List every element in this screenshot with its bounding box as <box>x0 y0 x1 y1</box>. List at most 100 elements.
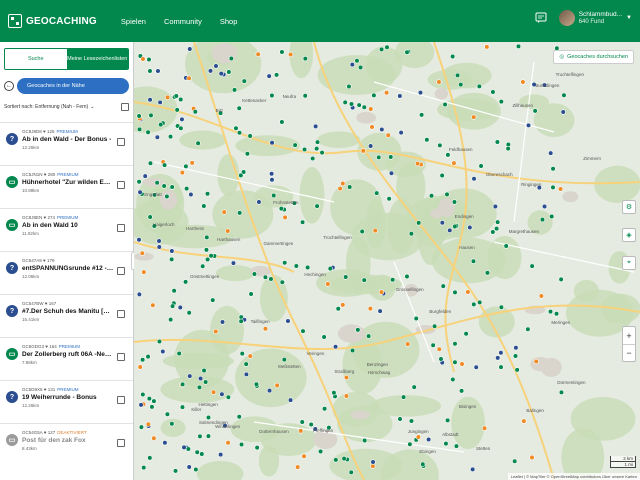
geocache-marker <box>210 297 216 303</box>
tab-search[interactable]: Suche <box>5 49 67 69</box>
geocache-marker <box>219 319 226 325</box>
map-layers-button[interactable]: ◈ <box>622 228 636 242</box>
geocache-marker <box>156 338 163 345</box>
list-item[interactable]: ? GC547BW ♥ 167 #7.Der Schuh des Manitu [D… <box>0 294 133 337</box>
geocache-marker <box>332 344 339 350</box>
geocache-marker <box>322 406 328 412</box>
geocache-marker <box>231 87 238 93</box>
map[interactable]: Hechingen Bisingen Grosselfingen Haigerloch… <box>134 42 640 480</box>
geocache-marker <box>371 92 377 99</box>
cache-checkbox[interactable] <box>117 224 125 232</box>
list-item[interactable]: ▭ GC54G5A ♥ 127 DEAKTIVIERT Post für den za… <box>0 423 133 466</box>
cache-name[interactable]: Ab in den Wald - Der Bonus - <box>22 136 114 143</box>
geocache-marker <box>193 466 199 473</box>
zoom-out-button[interactable]: − <box>623 344 635 361</box>
cache-name[interactable]: entSPANNUNGsrunde #12 -- DE... <box>22 265 114 272</box>
geocache-marker <box>432 323 438 329</box>
geocache-marker <box>262 274 268 280</box>
cache-checkbox[interactable] <box>117 181 125 189</box>
list-item[interactable]: ▭ GC8J8EN ♥ 274 PREMIUM Ab in den Wald 10 11… <box>0 208 133 251</box>
geocache-marker <box>454 72 461 79</box>
tab-bookmark-lists[interactable]: Meine Lesezeichenlisten <box>66 49 128 69</box>
geocache-marker <box>445 417 451 424</box>
geocache-marker <box>481 425 488 431</box>
cache-name[interactable]: Post für den zak Fox <box>22 437 114 444</box>
chevron-down-icon[interactable]: ⌄ <box>90 104 94 110</box>
geocache-marker <box>492 203 498 210</box>
place-label: Meringen <box>551 320 571 326</box>
geocache-marker <box>154 134 160 140</box>
chevron-down-icon[interactable]: ▼ <box>626 15 632 21</box>
geocache-marker <box>140 56 146 62</box>
favorite-count: 125 <box>46 129 55 134</box>
select-all-checkbox[interactable] <box>121 103 129 111</box>
geocache-marker <box>282 214 288 220</box>
list-item[interactable]: ▭ GC5JN1N ♥ 280 PREMIUM Hühnerhotel "Zur wi… <box>0 165 133 208</box>
forest-area <box>327 274 402 295</box>
geocache-marker <box>194 449 200 455</box>
list-item[interactable]: ? GC8J8D8 ♥ 125 PREMIUM Ab in den Wald - De… <box>0 122 133 165</box>
cache-meta: GC547A9 ♥ 179 <box>22 258 133 263</box>
geocache-marker <box>521 418 527 424</box>
geocache-marker <box>171 288 177 294</box>
geocache-marker <box>451 199 458 205</box>
place-label: Kettenacker <box>242 97 267 103</box>
geocache-marker <box>437 142 443 149</box>
map-attribution[interactable]: Leaflet | © MapTiler © OpenStreetMap con… <box>507 473 640 480</box>
list-item[interactable]: ? GC547A9 ♥ 179 entSPANNUNGsrunde #12 -- D… <box>0 251 133 294</box>
map-canvas[interactable] <box>134 42 640 480</box>
cache-checkbox[interactable] <box>117 138 125 146</box>
geocache-marker <box>208 253 214 259</box>
geocache-marker <box>301 453 307 459</box>
geocache-marker <box>408 231 414 237</box>
list-item[interactable]: ▭ GC5GDG3 ♥ 164 PREMIUM Der Zollerberg ruft… <box>0 337 133 380</box>
cache-checkbox[interactable] <box>117 267 125 275</box>
browse-geocaches-button[interactable]: ◎ Geocaches durchsuchen <box>553 50 634 64</box>
geocache-marker <box>310 155 316 162</box>
geocache-marker <box>349 61 355 68</box>
nav-shop[interactable]: Shop <box>220 17 238 26</box>
scale-bar: 2 km 1 mi <box>610 456 636 468</box>
geocache-marker <box>413 315 419 322</box>
minor-road <box>513 61 535 223</box>
cache-checkbox[interactable] <box>117 310 125 318</box>
locate-me-button[interactable]: ⌖ <box>622 256 636 270</box>
place-label: Tailfingen <box>250 319 270 325</box>
avatar[interactable] <box>558 10 575 26</box>
geocache-marker <box>262 326 268 332</box>
cache-checkbox[interactable] <box>117 353 125 361</box>
user-menu[interactable]: Schlammbud... 640 Fund <box>579 11 622 25</box>
geocaching-logo[interactable]: GEOCACHING <box>8 14 97 28</box>
geocache-marker <box>416 220 422 226</box>
forest-area <box>196 460 244 480</box>
cache-checkbox[interactable] <box>117 396 125 404</box>
crosshair-icon: ⌖ <box>627 259 631 266</box>
map-settings-button[interactable]: ⚙ <box>622 200 636 214</box>
nearby-caches-pill[interactable]: Geocaches in der Nähe <box>17 78 129 94</box>
geocache-marker <box>342 99 348 105</box>
nav-community[interactable]: Community <box>164 17 202 26</box>
cache-name[interactable]: 19 Weiherrunde - Bonus <box>22 394 114 401</box>
geocache-marker <box>254 445 260 451</box>
geocache-marker <box>477 299 483 305</box>
geocache-marker <box>255 51 261 57</box>
geocache-marker <box>356 102 362 108</box>
cache-name[interactable]: Ab in den Wald 10 <box>22 222 114 229</box>
zoom-in-button[interactable]: + <box>623 327 635 344</box>
cache-name[interactable]: Der Zollerberg ruft 06A -Neuer ... <box>22 351 114 358</box>
list-item[interactable]: ? GC5D9X6 ♥ 131 PREMIUM 19 Weiherrunde - Bo… <box>0 380 133 423</box>
geocache-marker <box>218 451 224 458</box>
geocache-marker <box>314 146 320 152</box>
nav-spielen[interactable]: Spielen <box>121 17 146 26</box>
geocache-marker <box>397 416 403 422</box>
place-label: Obereschach <box>485 171 513 177</box>
back-arrow-icon[interactable]: ← <box>4 81 14 91</box>
cache-name[interactable]: #7.Der Schuh des Manitu [Der S... <box>22 308 114 315</box>
sort-dropdown[interactable]: Sortiert nach: Entfernung (Nah - Fern) <box>4 104 88 110</box>
message-icon[interactable] <box>535 12 547 24</box>
browse-label: Geocaches durchsuchen <box>567 54 628 60</box>
geocache-marker <box>319 150 325 156</box>
geocache-marker <box>189 160 195 166</box>
cache-checkbox[interactable] <box>117 439 125 447</box>
cache-name[interactable]: Hühnerhotel "Zur wilden Ente" <box>22 179 114 186</box>
